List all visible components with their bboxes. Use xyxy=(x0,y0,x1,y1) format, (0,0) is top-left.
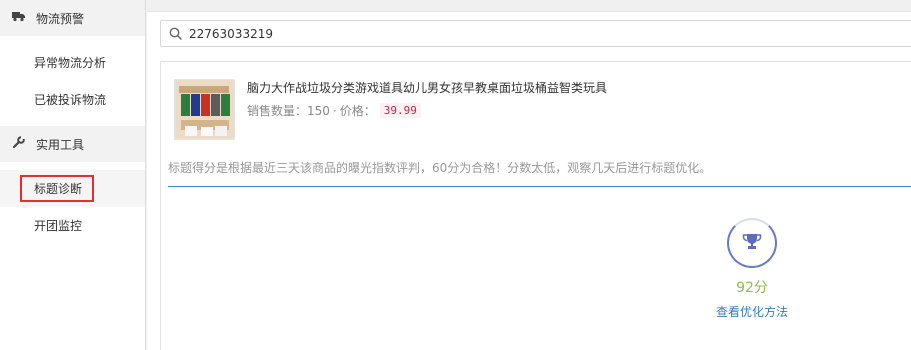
search-bar[interactable] xyxy=(160,20,911,47)
top-strip xyxy=(147,0,911,12)
sidebar-item-label: 开团监控 xyxy=(34,219,83,233)
sidebar-item-title-diagnosis[interactable]: 标题诊断 xyxy=(0,170,145,207)
product-card: 脑力大作战垃圾分类游戏道具幼儿男女孩早教桌面垃圾桶益智类玩具 销售数量： 150… xyxy=(174,79,607,140)
sidebar-item-abnormal-logistics[interactable]: 异常物流分析 xyxy=(0,44,145,81)
sidebar-item-complained-logistics[interactable]: 已被投诉物流 xyxy=(0,81,145,118)
sidebar-item-label: 已被投诉物流 xyxy=(34,93,107,107)
sidebar-section-label: 物流预警 xyxy=(36,11,85,26)
sidebar-item-label: 标题诊断 xyxy=(20,175,95,202)
price-label: 价格： xyxy=(339,104,376,118)
product-thumbnail[interactable] xyxy=(174,79,235,140)
truck-icon xyxy=(12,11,30,25)
sidebar-section-logistics[interactable]: 物流预警 xyxy=(0,0,145,36)
sidebar-section-label: 实用工具 xyxy=(36,137,85,152)
trophy-icon xyxy=(742,233,762,254)
score-value: 92分 xyxy=(736,280,768,296)
meta-separator: · xyxy=(332,103,337,118)
wrench-icon xyxy=(12,136,30,152)
result-panel: 脑力大作战垃圾分类游戏道具幼儿男女孩早教桌面垃圾桶益智类玩具 销售数量： 150… xyxy=(160,61,911,350)
sidebar: 物流预警 异常物流分析 已被投诉物流 实用工具 标题诊断 开团监控 xyxy=(0,0,146,350)
score-block: 92分 查看优化方法 xyxy=(716,218,788,320)
sidebar-item-label: 异常物流分析 xyxy=(34,56,107,70)
search-icon[interactable] xyxy=(161,27,189,40)
search-input[interactable] xyxy=(189,26,789,41)
divider xyxy=(168,186,911,187)
sales-value: 150 xyxy=(307,103,330,118)
price-value: 39.99 xyxy=(379,103,421,118)
score-note: 标题得分是根据最近三天该商品的曝光指数评判，60分为合格！分数太低，观察几天后进… xyxy=(168,161,712,175)
sales-label: 销售数量： xyxy=(247,104,308,118)
score-ring xyxy=(727,218,777,268)
sidebar-item-group-monitor[interactable]: 开团监控 xyxy=(0,207,145,244)
sidebar-section-tools[interactable]: 实用工具 xyxy=(0,126,145,162)
optimize-method-link[interactable]: 查看优化方法 xyxy=(716,303,788,320)
main-content: 脑力大作战垃圾分类游戏道具幼儿男女孩早教桌面垃圾桶益智类玩具 销售数量： 150… xyxy=(147,0,911,350)
product-title[interactable]: 脑力大作战垃圾分类游戏道具幼儿男女孩早教桌面垃圾桶益智类玩具 xyxy=(247,80,607,96)
product-meta: 销售数量： 150 · 价格： 39.99 xyxy=(247,102,607,119)
